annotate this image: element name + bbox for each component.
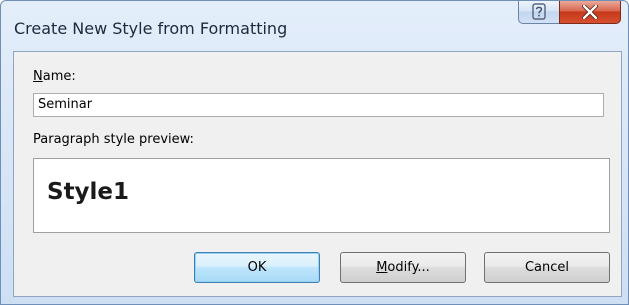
close-button[interactable] — [559, 1, 621, 24]
cancel-button[interactable]: Cancel — [484, 252, 610, 283]
dialog-title: Create New Style from Formatting — [14, 19, 288, 38]
help-button[interactable] — [518, 1, 560, 24]
paragraph-style-preview: Style1 — [33, 158, 610, 233]
modify-button[interactable]: Modify... — [340, 252, 466, 283]
modify-label: Modify... — [376, 260, 430, 275]
dialog-body: Name: Seminar Paragraph style preview: S… — [13, 51, 622, 297]
ok-button[interactable]: OK — [194, 252, 320, 283]
help-icon — [532, 3, 546, 20]
dialog-window: Create New Style from Formatting Name: S… — [0, 0, 629, 305]
name-label: Name: — [33, 69, 76, 84]
name-input[interactable]: Seminar — [33, 93, 604, 117]
preview-text: Style1 — [47, 179, 130, 205]
close-icon — [582, 5, 598, 19]
preview-label: Paragraph style preview: — [33, 132, 194, 147]
